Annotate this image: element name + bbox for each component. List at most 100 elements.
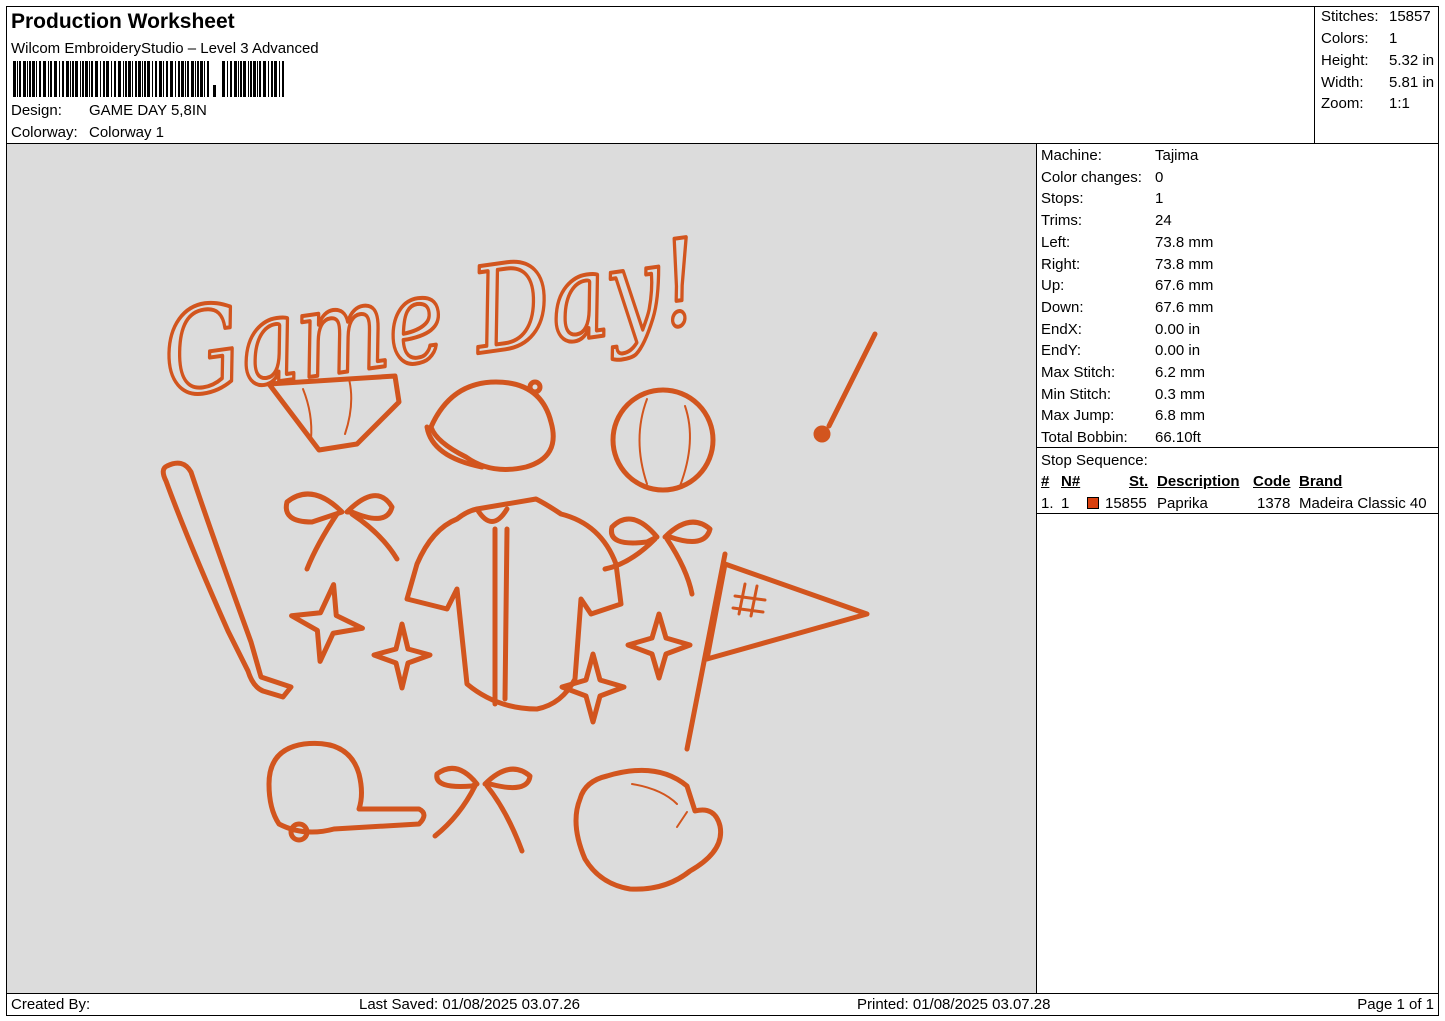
design-preview: Game Day! <box>6 143 1037 994</box>
star-icon <box>625 611 693 681</box>
stat-label: Height: <box>1321 52 1369 69</box>
stat-width: Width: 5.81 in <box>1321 74 1434 91</box>
machine-info-label: Total Bobbin: <box>1041 429 1128 447</box>
glove-icon <box>573 767 724 892</box>
exclamation-icon <box>813 331 878 443</box>
page-number: Page 1 of 1 <box>1357 996 1434 1013</box>
machine-info-row: Max Jump: 6.8 mm <box>1041 407 1205 425</box>
col-description-header: Description <box>1157 473 1240 490</box>
machine-info-label: Min Stitch: <box>1041 385 1112 403</box>
machine-info-label: Max Jump: <box>1041 407 1115 425</box>
machine-info-label: Left: <box>1041 233 1071 251</box>
stat-zoom: Zoom: 1:1 <box>1321 95 1410 112</box>
printed-date: Printed: 01/08/2025 03.07.28 <box>857 996 1051 1013</box>
stat-value: 5.81 in <box>1389 74 1435 91</box>
stat-stitches: Stitches: 15857 <box>1321 8 1431 25</box>
thread-color-swatch <box>1087 497 1099 509</box>
created-by: Created By: <box>11 996 91 1013</box>
machine-info-value: 66.10ft <box>1155 429 1201 447</box>
machine-info-label: Trims: <box>1041 212 1083 230</box>
machine-info-panel: Machine: Tajima Color changes: 0 Stops: 1 Trim… <box>1036 143 1439 994</box>
machine-info-row: Left: 73.8 mm <box>1041 233 1213 251</box>
page-title: Production Worksheet <box>11 10 235 33</box>
col-needle-header: N# <box>1061 473 1081 490</box>
stat-value: 5.32 in <box>1389 52 1435 69</box>
stop-index: 1. <box>1041 495 1054 512</box>
machine-info-label: Machine: <box>1041 147 1102 164</box>
machine-info-row: Max Stitch: 6.2 mm <box>1041 364 1205 381</box>
machine-info-row: EndX: 0.00 in <box>1041 321 1200 338</box>
baseball-icon <box>610 387 716 493</box>
machine-info-row: Color changes: 0 <box>1041 168 1163 186</box>
stat-label: Stitches: <box>1321 8 1379 25</box>
machine-info-row: Up: 67.6 mm <box>1041 277 1213 295</box>
bat-icon <box>160 460 294 700</box>
embroidery-design: Game Day! <box>152 210 878 892</box>
stats-panel: Stitches: 15857 Colors: 1 Height: 5.32 i… <box>1314 6 1440 144</box>
machine-info-value: 24 <box>1155 212 1172 230</box>
stop-description: Paprika <box>1157 495 1208 512</box>
machine-info-value: 0.00 in <box>1155 320 1201 338</box>
machine-info-value: 67.6 mm <box>1155 277 1214 295</box>
stop-sequence-title: Stop Sequence: <box>1041 452 1148 469</box>
col-stitches-header: St. <box>1129 473 1149 490</box>
machine-info-row: EndY: 0.00 in <box>1041 342 1200 360</box>
worksheet-header: Production Worksheet Wilcom EmbroiderySt… <box>6 6 1439 144</box>
machine-info-value: 0 <box>1155 168 1164 186</box>
design-label: Design: <box>11 102 62 119</box>
machine-info-value: 73.8 mm <box>1155 255 1214 273</box>
col-code-header: Code <box>1253 473 1291 490</box>
machine-info-row: Right: 73.8 mm <box>1041 255 1213 273</box>
machine-info-row: Trims: 24 <box>1041 212 1172 230</box>
stop-sequence: Stop Sequence: # N# St. Description Code… <box>1037 447 1438 514</box>
machine-info-value: 1 <box>1155 190 1164 208</box>
last-saved: Last Saved: 01/08/2025 03.07.26 <box>359 996 581 1013</box>
machine-info-row: Min Stitch: 0.3 mm <box>1041 385 1205 403</box>
machine-info-value: 6.8 mm <box>1155 407 1206 425</box>
machine-info-row: Down: 67.6 mm <box>1041 298 1213 316</box>
stat-label: Colors: <box>1321 30 1369 47</box>
stop-stitches: 15855 <box>1105 495 1147 512</box>
machine-info-value: 6.2 mm <box>1155 364 1206 381</box>
machine-info-value: 67.6 mm <box>1155 298 1214 316</box>
machine-info-label: Up: <box>1041 277 1065 295</box>
machine-info-value: Tajima <box>1155 147 1199 164</box>
machine-info-value: 73.8 mm <box>1155 233 1214 251</box>
colorway-label: Colorway: <box>11 124 78 141</box>
stat-value: 1 <box>1389 30 1398 47</box>
colorway-value: Colorway 1 <box>89 124 165 141</box>
worksheet-footer: Created By: Last Saved: 01/08/2025 03.07… <box>6 993 1439 1016</box>
machine-info-value: 0.00 in <box>1155 342 1201 360</box>
bow-icon <box>432 765 533 854</box>
stat-height: Height: 5.32 in <box>1321 52 1434 69</box>
stat-value: 15857 <box>1389 8 1431 25</box>
stat-label: Zoom: <box>1321 95 1364 112</box>
machine-info-row: Stops: 1 <box>1041 190 1163 207</box>
machine-stats: Machine: Tajima Color changes: 0 Stops: 1 Trim… <box>1037 144 1438 448</box>
machine-info-label: Down: <box>1041 298 1084 316</box>
machine-info-label: Max Stitch: <box>1041 364 1116 381</box>
star-icon <box>371 621 433 691</box>
star-icon <box>289 582 365 664</box>
machine-info-value: 0.3 mm <box>1155 385 1206 403</box>
machine-info-label: EndY: <box>1041 342 1082 360</box>
stop-needle: 1 <box>1061 495 1070 512</box>
machine-info-row: Machine: Tajima <box>1041 147 1198 164</box>
design-value: GAME DAY 5,8IN <box>89 102 207 119</box>
barcode <box>13 61 284 97</box>
stat-value: 1:1 <box>1389 95 1410 112</box>
col-index-header: # <box>1041 473 1050 490</box>
machine-info-label: Right: <box>1041 255 1081 273</box>
helmet-icon <box>266 740 427 843</box>
stat-colors: Colors: 1 <box>1321 30 1397 47</box>
pennant-icon <box>684 551 870 752</box>
stop-code: 1378 <box>1257 495 1291 512</box>
stop-brand: Madeira Classic 40 <box>1299 495 1427 512</box>
header-info: Production Worksheet Wilcom EmbroiderySt… <box>7 7 1315 143</box>
col-brand-header: Brand <box>1299 473 1343 490</box>
machine-info-label: Color changes: <box>1041 168 1142 186</box>
star-icon <box>559 651 627 725</box>
machine-info-row: Total Bobbin: 66.10ft <box>1041 429 1201 447</box>
stat-label: Width: <box>1321 74 1364 91</box>
bow-icon <box>283 491 400 572</box>
